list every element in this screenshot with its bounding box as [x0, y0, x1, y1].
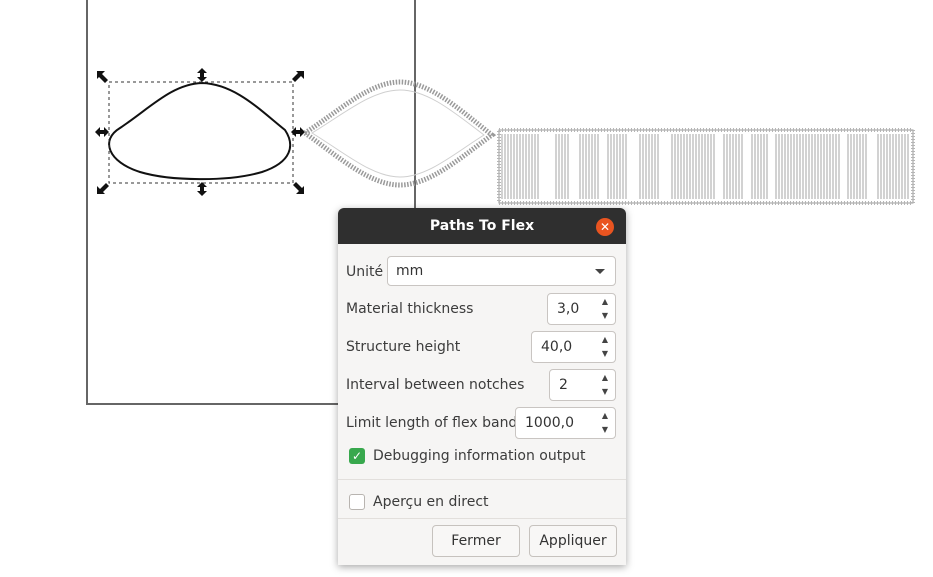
close-button[interactable]: Fermer	[432, 525, 520, 557]
structure-height-label: Structure height	[346, 339, 461, 355]
live-preview-label: Aperçu en direct	[373, 494, 489, 510]
structure-height-value: 40,0	[541, 339, 573, 355]
dialog-titlebar: Paths To Flex ✕	[338, 208, 626, 244]
spin-up-icon[interactable]: ▲	[598, 409, 612, 423]
unit-label: Unité	[346, 264, 384, 280]
spin-down-icon[interactable]: ▼	[598, 385, 612, 399]
spin-up-icon[interactable]: ▲	[598, 333, 612, 347]
spin-down-icon[interactable]: ▼	[598, 423, 612, 437]
apply-button[interactable]: Appliquer	[529, 525, 617, 557]
spin-up-icon[interactable]: ▲	[598, 371, 612, 385]
debug-output-row[interactable]: ✓ Debugging information output	[346, 441, 616, 471]
notch-interval-value: 2	[559, 377, 568, 393]
notch-interval-row: Interval between notches 2 ▲ ▼	[346, 369, 616, 401]
material-thickness-value: 3,0	[557, 301, 580, 317]
spin-down-icon[interactable]: ▼	[598, 309, 612, 323]
divider	[338, 518, 626, 519]
debug-output-checkbox[interactable]: ✓	[349, 448, 365, 464]
flex-band-limit-row: Limit length of flex band 1000,0 ▲ ▼	[346, 407, 616, 439]
spin-up-icon[interactable]: ▲	[598, 295, 612, 309]
material-thickness-spinner[interactable]: 3,0 ▲ ▼	[547, 293, 616, 325]
notch-interval-spinner[interactable]: 2 ▲ ▼	[549, 369, 616, 401]
structure-height-row: Structure height 40,0 ▲ ▼	[346, 331, 616, 363]
divider	[338, 479, 626, 480]
paths-to-flex-dialog: Paths To Flex ✕ Unité mm Material thickn…	[338, 208, 626, 565]
live-preview-checkbox[interactable]	[349, 494, 365, 510]
unit-select[interactable]: mm	[387, 256, 616, 286]
material-thickness-label: Material thickness	[346, 301, 474, 317]
unit-select-value: mm	[396, 263, 424, 279]
flex-band-limit-spinner[interactable]: 1000,0 ▲ ▼	[515, 407, 616, 439]
flex-band-limit-value: 1000,0	[525, 415, 574, 431]
spin-down-icon[interactable]: ▼	[598, 347, 612, 361]
chevron-down-icon	[595, 269, 605, 274]
dialog-title: Paths To Flex	[429, 218, 535, 234]
flex-band-limit-label: Limit length of flex band	[346, 415, 518, 431]
material-thickness-row: Material thickness 3,0 ▲ ▼	[346, 293, 616, 325]
close-icon[interactable]: ✕	[596, 218, 614, 236]
unit-row: Unité mm	[346, 256, 616, 288]
notch-interval-label: Interval between notches	[346, 377, 525, 393]
structure-height-spinner[interactable]: 40,0 ▲ ▼	[531, 331, 616, 363]
debug-output-label: Debugging information output	[373, 448, 586, 464]
live-preview-row[interactable]: Aperçu en direct	[346, 487, 616, 517]
